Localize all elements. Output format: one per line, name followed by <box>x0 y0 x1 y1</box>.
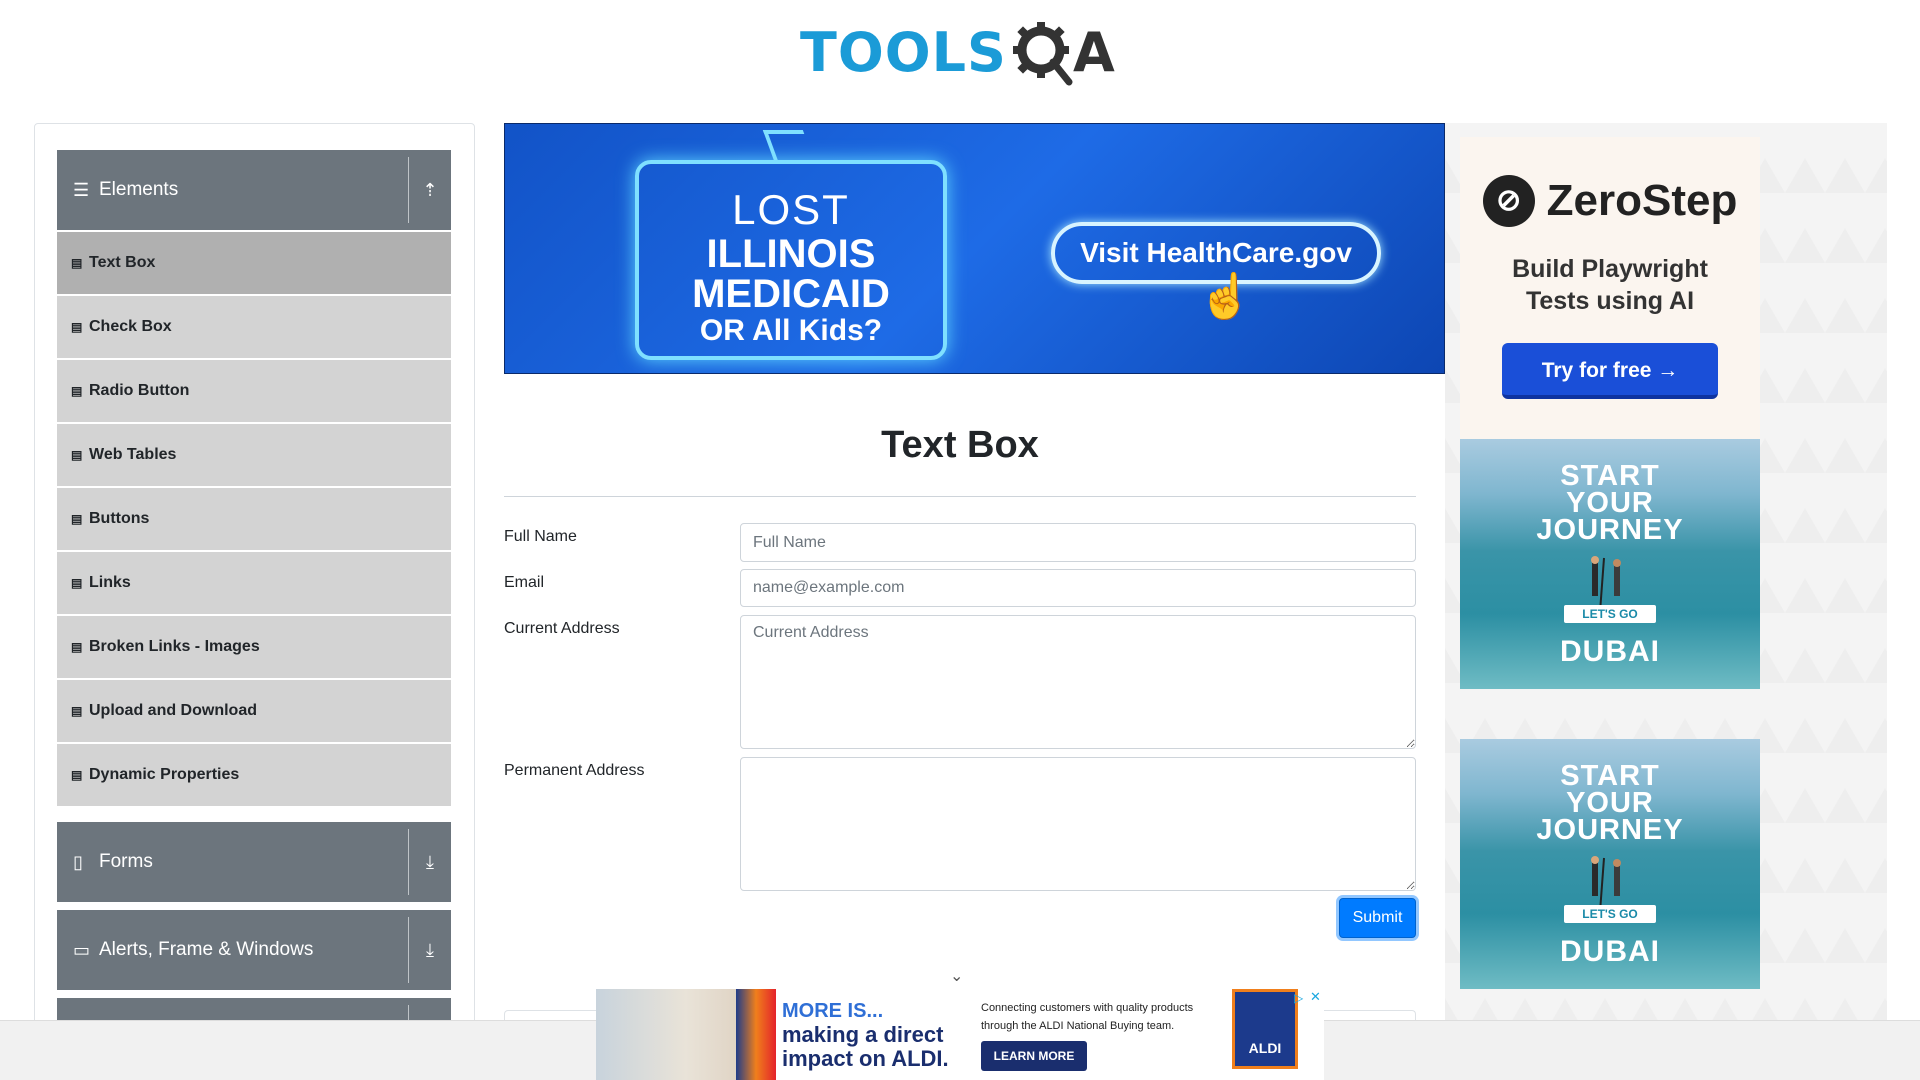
sidebar-item-label: Buttons <box>89 510 150 527</box>
dubai-headline: START YOUR JOURNEY <box>1460 460 1760 546</box>
logo-suffix: A <box>1072 21 1115 84</box>
list-icon: ▤ <box>71 512 83 526</box>
bubble-tail <box>762 130 816 164</box>
lets-go-button[interactable]: LET'S GO <box>1564 905 1656 923</box>
gear-magnifier-icon <box>1012 22 1073 86</box>
adchoices-icon[interactable]: ▷ <box>1294 991 1303 1005</box>
headline-line: making a direct <box>782 1022 944 1047</box>
sidebar-item-links[interactable]: ▤ Links <box>57 552 451 614</box>
sidebar-item-radio-button[interactable]: ▤ Radio Button <box>57 360 451 422</box>
speech-bubble: LOST ILLINOIS MEDICAID OR All Kids? <box>635 130 947 360</box>
page-title: Text Box <box>881 424 1039 466</box>
group-label: Forms <box>99 851 153 872</box>
submit-button[interactable]: Submit <box>1339 898 1416 938</box>
headline-line: impact on ALDI. <box>782 1046 949 1071</box>
dubai-headline: START YOUR JOURNEY <box>1460 760 1760 846</box>
group-header-alerts[interactable]: ▭ Alerts, Frame & Windows ⤓ <box>57 910 451 990</box>
sidebar-item-dynamic-properties[interactable]: ▤ Dynamic Properties <box>57 744 451 806</box>
list-icon: ▤ <box>71 384 83 398</box>
full-name-input[interactable] <box>740 523 1416 562</box>
sidebar-item-web-tables[interactable]: ▤ Web Tables <box>57 424 451 486</box>
ad-line: LOST <box>732 186 850 233</box>
list-icon: ▤ <box>71 768 83 782</box>
tagline-line: Build Playwright <box>1512 255 1708 283</box>
email-input[interactable] <box>740 569 1416 607</box>
sidebar-item-broken-links[interactable]: ▤ Broken Links - Images <box>57 616 451 678</box>
sidebar-item-label: Radio Button <box>89 382 190 399</box>
aldi-ad[interactable]: MORE IS... making a direct impact on ALD… <box>596 989 1324 1080</box>
form-icon: ▯ <box>73 851 83 872</box>
tagline-line: Tests using AI <box>1525 287 1695 315</box>
dubai-ad[interactable]: START YOUR JOURNEY LET'S GO DUBAI <box>1460 739 1760 989</box>
sidebar-item-buttons[interactable]: ▤ Buttons <box>57 488 451 550</box>
aldi-copy: Connecting customers with quality produc… <box>981 1002 1194 1032</box>
try-for-free-button[interactable]: Try for free → <box>1502 343 1718 399</box>
headline-line: JOURNEY <box>1536 814 1684 846</box>
close-icon[interactable]: ✕ <box>1310 989 1321 1005</box>
headline-line: YOUR <box>1566 487 1654 519</box>
healthcare-banner-ad[interactable]: LOST ILLINOIS MEDICAID OR All Kids? Visi… <box>504 123 1445 374</box>
sidebar-item-upload-download[interactable]: ▤ Upload and Download <box>57 680 451 742</box>
sidebar-item-check-box[interactable]: ▤ Check Box <box>57 296 451 358</box>
list-icon: ▤ <box>71 640 83 654</box>
sidebar-item-label: Links <box>89 574 131 591</box>
headline-line: START <box>1560 460 1660 492</box>
headline-line: JOURNEY <box>1536 514 1684 546</box>
sidebar-item-label: Check Box <box>89 318 172 335</box>
sidebar-item-label: Dynamic Properties <box>89 766 240 783</box>
headline-more: MORE IS... <box>782 1000 884 1022</box>
dubai-brand: DUBAI <box>1560 635 1660 668</box>
zerostep-brand: ZeroStep <box>1546 176 1738 225</box>
group-header-elements[interactable]: ☰ Elements ⇡ <box>57 150 451 230</box>
current-address-label: Current Address <box>504 620 620 637</box>
zerostep-logo-icon: ⊘ <box>1482 175 1535 227</box>
list-icon: ▤ <box>71 320 83 334</box>
ad-line: OR All Kids? <box>699 314 883 347</box>
lets-go-button[interactable]: LET'S GO <box>1564 605 1656 623</box>
pointing-hand-icon: ☝ <box>1198 272 1253 321</box>
ad-line: ILLINOIS <box>706 232 876 276</box>
ad-photo <box>596 989 776 1080</box>
window-icon: ▭ <box>73 939 91 960</box>
learn-more-button[interactable]: LEARN MORE <box>981 1041 1087 1071</box>
list-icon: ▤ <box>71 704 83 718</box>
full-name-label: Full Name <box>504 528 577 545</box>
sidebar-item-label: Text Box <box>89 254 156 271</box>
left-panel: ☰ Elements ⇡ ▤ Text Box ▤ Check Box ▤ Ra… <box>34 123 475 1080</box>
aldi-logo: ALDI <box>1232 989 1298 1069</box>
logo-text: TOOLS <box>800 21 1007 84</box>
sidebar-item-label: Web Tables <box>89 446 177 463</box>
arrow-down-icon[interactable]: ⤓ <box>409 852 451 873</box>
headline-line: START <box>1560 760 1660 792</box>
zerostep-logo: ⊘ ZeroStep <box>1460 175 1760 227</box>
sidebar-item-text-box[interactable]: ▤ Text Box <box>57 232 451 294</box>
arrow-down-icon[interactable]: ⤓ <box>409 940 451 961</box>
arrow-up-icon[interactable]: ⇡ <box>409 180 451 201</box>
list-icon: ▤ <box>71 256 83 270</box>
dubai-ad[interactable]: START YOUR JOURNEY LET'S GO DUBAI <box>1460 439 1760 689</box>
chevron-down-icon[interactable]: ⌄ <box>950 966 963 986</box>
ad-line: MEDICAID <box>692 272 890 316</box>
toolsqa-logo[interactable]: TOOLS A <box>800 16 1124 90</box>
group-label: Alerts, Frame & Windows <box>99 939 314 960</box>
hamburger-icon: ☰ <box>73 179 90 200</box>
list-icon: ▤ <box>71 448 83 462</box>
aldi-headline: MORE IS... making a direct impact on ALD… <box>782 999 949 1071</box>
permanent-address-label: Permanent Address <box>504 762 645 779</box>
email-label: Email <box>504 574 545 591</box>
sidebar-item-label: Broken Links - Images <box>89 638 260 655</box>
list-icon: ▤ <box>71 576 83 590</box>
group-label: Elements <box>99 179 179 200</box>
headline-line: YOUR <box>1566 787 1654 819</box>
ad-stripe <box>736 989 776 1080</box>
zerostep-tagline: Build Playwright Tests using AI <box>1460 253 1760 317</box>
current-address-textarea[interactable] <box>740 615 1416 749</box>
divider <box>504 496 1416 497</box>
sidebar-item-label: Upload and Download <box>89 702 257 719</box>
zerostep-ad[interactable]: ⊘ ZeroStep Build Playwright Tests using … <box>1460 137 1760 439</box>
permanent-address-textarea[interactable] <box>740 757 1416 891</box>
group-header-forms[interactable]: ▯ Forms ⤓ <box>57 822 451 902</box>
dubai-brand: DUBAI <box>1560 935 1660 968</box>
